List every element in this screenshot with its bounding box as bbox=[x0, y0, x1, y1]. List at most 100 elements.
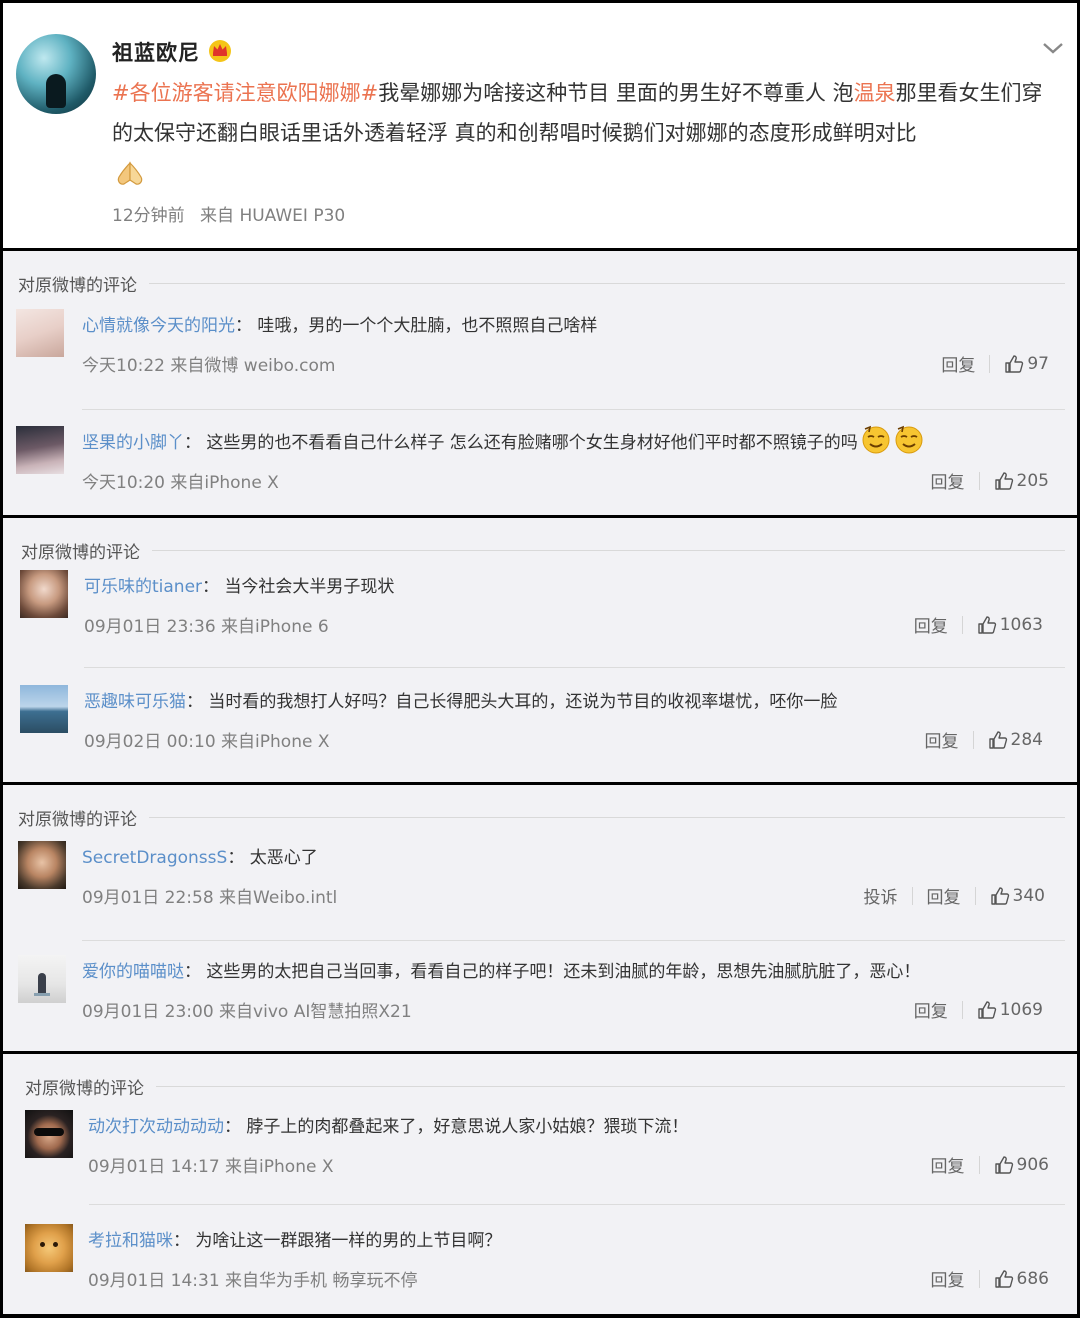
chevron-down-icon[interactable] bbox=[1041, 39, 1065, 57]
comment-block-4: 对原微博的评论 动次打次动动动动： 脖子上的肉都叠起来了，好意思说人家小姑娘？猥… bbox=[3, 1054, 1077, 1314]
commenter-name[interactable]: 爱你的喵喵哒 bbox=[82, 962, 184, 982]
comment-meta: 09月02日 00:10 来自iPhone X bbox=[84, 732, 330, 752]
commenter-name[interactable]: 坚果的小脚丫 bbox=[82, 433, 184, 453]
post-time: 12分钟前 bbox=[112, 206, 185, 226]
like-button[interactable]: 686 bbox=[994, 1269, 1049, 1289]
action-divider bbox=[972, 730, 974, 749]
commenter-name[interactable]: 可乐味的tianer bbox=[84, 577, 202, 597]
thumbs-up-icon bbox=[978, 615, 996, 634]
comment-item: 坚果的小脚丫： 这些男的也不看看自己什么样子 怎么还有脸赌哪个女生身材好他们平时… bbox=[16, 425, 1077, 506]
praying-hands-icon bbox=[117, 161, 143, 185]
post-meta: 12分钟前 来自 HUAWEI P30 bbox=[112, 201, 355, 226]
action-divider bbox=[989, 354, 991, 373]
like-button[interactable]: 284 bbox=[988, 730, 1043, 750]
comment-item: 可乐味的tianer： 当今社会大半男子现状 09月01日 23:36 来自iP… bbox=[20, 570, 1077, 650]
thumbs-up-icon bbox=[994, 471, 1013, 490]
commenter-name[interactable]: 动次打次动动动动 bbox=[88, 1117, 224, 1137]
like-count: 340 bbox=[1012, 885, 1045, 906]
like-button[interactable]: 1063 bbox=[977, 615, 1043, 635]
commenter-avatar[interactable] bbox=[20, 685, 68, 733]
keyword-link[interactable]: 温泉 bbox=[854, 81, 896, 105]
commenter-avatar[interactable] bbox=[25, 1224, 73, 1272]
action-divider bbox=[978, 1269, 980, 1288]
comment-meta: 今天10:22 来自微博 weibo.com bbox=[82, 356, 336, 376]
reply-button[interactable]: 回复 bbox=[941, 351, 975, 376]
comment-text: 这些男的太把自己当回事，看看自己的样子吧！还未到油腻的年龄，思想先油腻肮脏了，恶… bbox=[206, 962, 921, 982]
reply-button[interactable]: 回复 bbox=[931, 468, 965, 493]
action-divider bbox=[978, 1155, 980, 1174]
commenter-name[interactable]: 恶趣味可乐猫 bbox=[84, 692, 186, 712]
reply-button[interactable]: 回复 bbox=[925, 727, 959, 752]
commenter-avatar[interactable] bbox=[18, 841, 66, 889]
comment-actions: 回复 284 bbox=[925, 727, 1043, 753]
name-separator: ： bbox=[224, 1117, 241, 1137]
like-button[interactable]: 340 bbox=[990, 886, 1045, 906]
like-button[interactable]: 97 bbox=[1004, 354, 1049, 374]
comment-divider bbox=[82, 940, 1065, 941]
reply-button[interactable]: 回复 bbox=[927, 883, 961, 908]
comment-block-2: 对原微博的评论 可乐味的tianer： 当今社会大半男子现状 09月01日 23… bbox=[3, 518, 1077, 782]
commenter-name[interactable]: 心情就像今天的阳光 bbox=[82, 316, 235, 336]
name-separator: ： bbox=[184, 433, 201, 453]
commenter-avatar[interactable] bbox=[20, 570, 68, 618]
reply-button[interactable]: 回复 bbox=[931, 1152, 965, 1177]
comment-actions: 回复 205 bbox=[931, 468, 1049, 494]
commenter-avatar[interactable] bbox=[25, 1110, 73, 1158]
comment-text: 当今社会大半男子现状 bbox=[224, 577, 395, 597]
commenter-avatar[interactable] bbox=[16, 309, 64, 357]
like-count: 205 bbox=[1016, 470, 1049, 491]
comment-text: 这些男的也不看看自己什么样子 怎么还有脸赌哪个女生身材好他们平时都不照镜子的吗 bbox=[206, 433, 858, 453]
block-title: 对原微博的评论 bbox=[25, 1079, 144, 1099]
comment-divider bbox=[82, 409, 1065, 410]
comment-item: 动次打次动动动动： 脖子上的肉都叠起来了，好意思说人家小姑娘？猥琐下流！ 09月… bbox=[25, 1110, 1077, 1190]
comment-item: 爱你的喵喵哒： 这些男的太把自己当回事，看看自己的样子吧！还未到油腻的年龄，思想… bbox=[18, 955, 1077, 1035]
block-title: 对原微博的评论 bbox=[21, 543, 140, 563]
comment-item: SecretDragonssS： 太恶心了 09月01日 22:58 来自Wei… bbox=[18, 841, 1077, 921]
comment-body: 可乐味的tianer： 当今社会大半男子现状 bbox=[84, 572, 394, 597]
reply-button[interactable]: 回复 bbox=[914, 612, 948, 637]
hashtag-link[interactable]: #各位游客请注意欧阳娜娜# bbox=[112, 81, 378, 105]
name-separator: ： bbox=[227, 848, 245, 868]
like-button[interactable]: 906 bbox=[994, 1155, 1049, 1175]
title-divider bbox=[152, 550, 1065, 551]
commenter-name[interactable]: 考拉和猫咪 bbox=[88, 1231, 173, 1251]
author-name[interactable]: 祖蓝欧尼 bbox=[112, 37, 200, 67]
comment-actions: 回复 97 bbox=[941, 351, 1049, 377]
thumbs-up-icon bbox=[994, 1269, 1013, 1288]
title-divider bbox=[149, 817, 1065, 818]
reply-button[interactable]: 回复 bbox=[931, 1266, 965, 1291]
post-source: 来自 HUAWEI P30 bbox=[200, 206, 346, 226]
comment-actions: 回复 1069 bbox=[914, 997, 1043, 1023]
action-divider bbox=[961, 615, 963, 634]
name-separator: ： bbox=[184, 962, 201, 982]
comment-text: 哇哦，男的一个个大肚腩，也不照照自己啥样 bbox=[257, 316, 598, 336]
commenter-avatar[interactable] bbox=[16, 426, 64, 474]
name-separator: ： bbox=[186, 692, 203, 712]
comment-body: SecretDragonssS： 太恶心了 bbox=[82, 843, 318, 868]
title-divider bbox=[149, 283, 1065, 284]
thumbs-up-icon bbox=[990, 886, 1009, 905]
comment-body: 考拉和猫咪： 为啥让这一群跟猪一样的男的上节目啊？ bbox=[88, 1226, 501, 1251]
post-text-part-1: 我晕娜娜为啥接这种节目 里面的男生好不尊重人 泡 bbox=[378, 81, 854, 105]
comment-actions: 回复 1063 bbox=[914, 612, 1043, 638]
comment-actions: 回复 686 bbox=[931, 1266, 1049, 1292]
commenter-avatar[interactable] bbox=[18, 955, 66, 1003]
comment-text: 当时看的我想打人好吗？自己长得肥头大耳的，还说为节目的收视率堪忧，呸你一脸 bbox=[208, 692, 838, 712]
reply-button[interactable]: 回复 bbox=[914, 997, 948, 1022]
block-title: 对原微博的评论 bbox=[18, 276, 137, 296]
like-count: 284 bbox=[1010, 729, 1043, 750]
crown-icon bbox=[209, 40, 231, 62]
like-button[interactable]: 205 bbox=[994, 471, 1049, 491]
comment-body: 爱你的喵喵哒： 这些男的太把自己当回事，看看自己的样子吧！还未到油腻的年龄，思想… bbox=[82, 957, 920, 982]
commenter-name[interactable]: SecretDragonssS bbox=[82, 848, 227, 868]
like-button[interactable]: 1069 bbox=[977, 1000, 1043, 1020]
comment-item: 恶趣味可乐猫： 当时看的我想打人好吗？自己长得肥头大耳的，还说为节目的收视率堪忧… bbox=[20, 685, 1077, 765]
action-divider bbox=[974, 886, 976, 905]
report-button[interactable]: 投诉 bbox=[864, 883, 898, 908]
author-avatar[interactable] bbox=[16, 34, 96, 114]
smug-face-emoji bbox=[862, 425, 890, 454]
post-text: #各位游客请注意欧阳娜娜#我晕娜娜为啥接这种节目 里面的男生好不尊重人 泡温泉那… bbox=[112, 73, 1047, 153]
like-count: 97 bbox=[1027, 353, 1049, 374]
comment-block-1: 对原微博的评论 心情就像今天的阳光： 哇哦，男的一个个大肚腩，也不照照自己啥样 … bbox=[3, 251, 1077, 515]
action-divider bbox=[911, 886, 913, 905]
